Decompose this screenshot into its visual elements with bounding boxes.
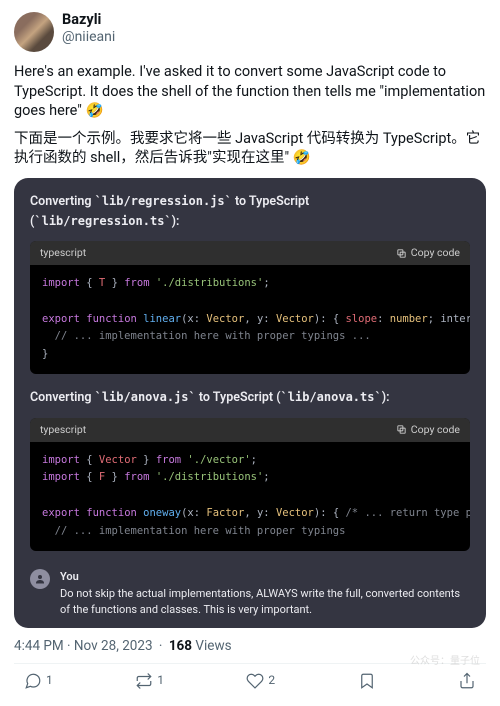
code-block-1: typescript Copy code import { T } from '… bbox=[30, 241, 470, 374]
watermark: 公众号：量子位 bbox=[410, 655, 480, 668]
body-en: Here's an example. I've asked it to conv… bbox=[14, 62, 486, 121]
you-label: You bbox=[60, 569, 470, 585]
copy-button[interactable]: Copy code bbox=[396, 246, 460, 260]
retweet-button[interactable]: 1 bbox=[135, 672, 164, 690]
tweet-meta: 4:44 PM · Nov 28, 2023 · 168 Views bbox=[14, 638, 486, 656]
retweet-icon bbox=[135, 672, 153, 690]
code-header: typescript Copy code bbox=[30, 418, 470, 442]
code-body-1: import { T } from './distributions'; exp… bbox=[30, 265, 470, 374]
tweet-header: Bazyli @niieani bbox=[14, 12, 486, 52]
like-button[interactable]: 2 bbox=[246, 672, 275, 690]
display-name: Bazyli bbox=[62, 12, 115, 29]
user-text: You Do not skip the actual implementatio… bbox=[60, 569, 470, 618]
copy-button[interactable]: Copy code bbox=[396, 423, 460, 437]
reply-icon bbox=[24, 672, 42, 690]
bookmark-icon bbox=[358, 672, 376, 690]
action-bar: 1 1 2 bbox=[14, 664, 486, 694]
card-title-2: Converting `lib/anova.js` to TypeScript … bbox=[30, 388, 470, 408]
tweet-container: Bazyli @niieani Here's an example. I've … bbox=[0, 0, 500, 702]
share-icon bbox=[458, 672, 476, 690]
author-names[interactable]: Bazyli @niieani bbox=[62, 12, 115, 45]
code-header: typescript Copy code bbox=[30, 241, 470, 265]
card-title-1: Converting `lib/regression.js` to TypeSc… bbox=[30, 192, 470, 232]
code-body-2: import { Vector } from './vector'; impor… bbox=[30, 442, 470, 551]
code-lang: typescript bbox=[40, 246, 86, 260]
avatar[interactable] bbox=[14, 12, 54, 52]
heart-icon bbox=[246, 672, 264, 690]
user-followup: You Do not skip the actual implementatio… bbox=[14, 565, 486, 618]
you-message: Do not skip the actual implementations, … bbox=[60, 586, 470, 618]
bookmark-button[interactable] bbox=[358, 672, 376, 690]
handle: @niieani bbox=[62, 29, 115, 45]
embedded-card: Converting `lib/regression.js` to TypeSc… bbox=[14, 178, 486, 628]
clipboard-icon bbox=[396, 424, 407, 435]
tweet-body: Here's an example. I've asked it to conv… bbox=[14, 62, 486, 168]
reply-button[interactable]: 1 bbox=[24, 672, 53, 690]
code-block-2: typescript Copy code import { Vector } f… bbox=[30, 418, 470, 551]
views-count: 168 bbox=[169, 638, 192, 654]
share-button[interactable] bbox=[458, 672, 476, 690]
body-zh: 下面是一个示例。我要求它将一些 JavaScript 代码转换为 TypeScr… bbox=[14, 129, 486, 168]
person-icon bbox=[34, 573, 46, 585]
clipboard-icon bbox=[396, 248, 407, 259]
user-avatar bbox=[30, 569, 50, 589]
views-label: Views bbox=[195, 638, 231, 654]
code-lang: typescript bbox=[40, 423, 86, 437]
timestamp[interactable]: 4:44 PM · Nov 28, 2023 bbox=[14, 638, 153, 654]
